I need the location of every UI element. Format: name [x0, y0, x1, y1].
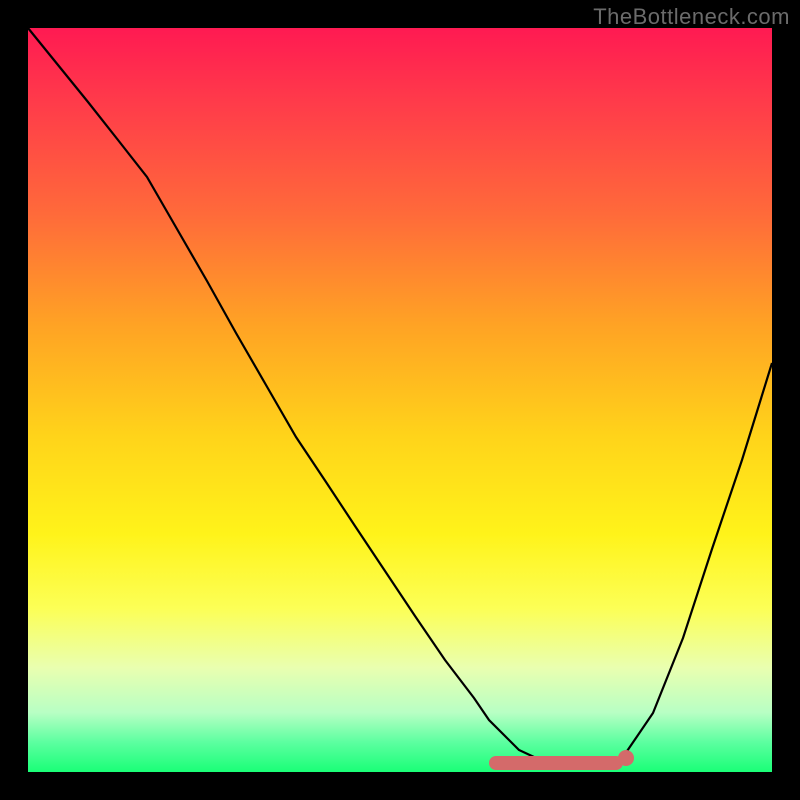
watermark-text: TheBottleneck.com [593, 4, 790, 30]
chart-svg [28, 28, 772, 772]
plot-area [28, 28, 772, 772]
bottleneck-curve [28, 28, 772, 765]
flat-region-end-dot [618, 750, 634, 766]
chart-frame: TheBottleneck.com [0, 0, 800, 800]
